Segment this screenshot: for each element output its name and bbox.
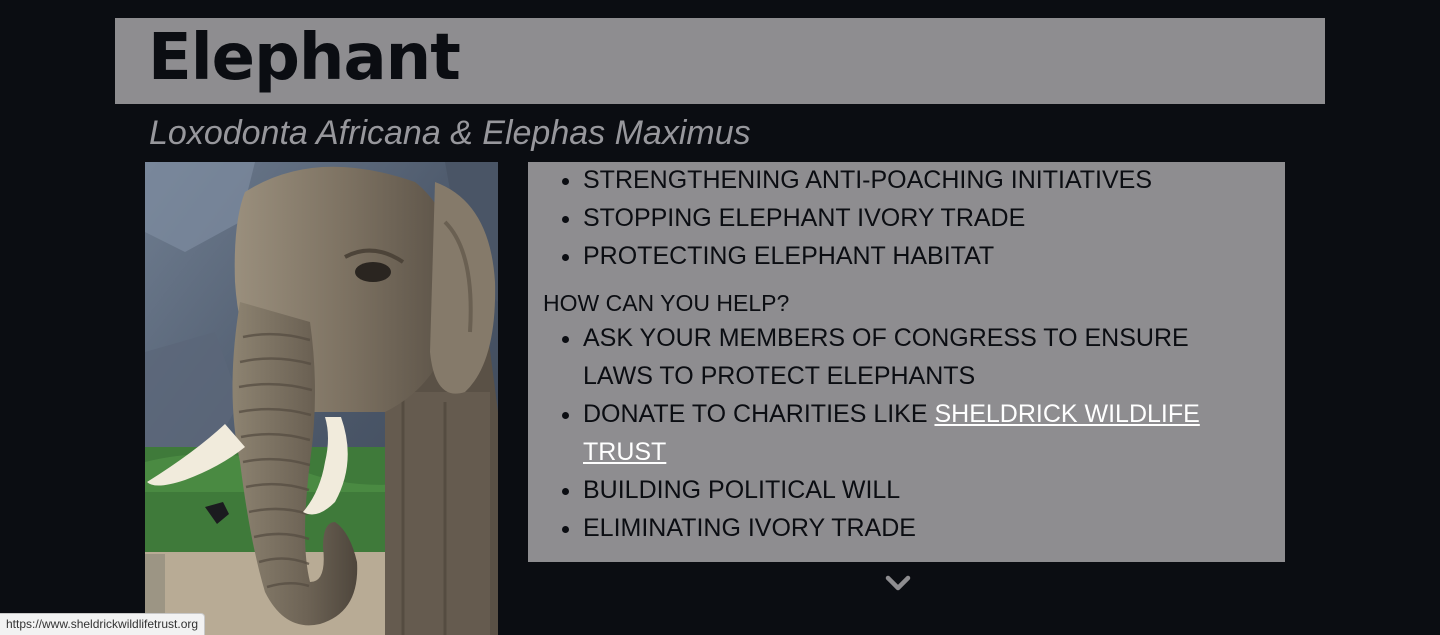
list-item: STOPPING ELEPHANT IVORY TRADE xyxy=(583,199,1283,237)
list-item: DONATE TO CHARITIES LIKE SHELDRICK WILDL… xyxy=(583,395,1283,471)
help-list: ASK YOUR MEMBERS OF CONGRESS TO ENSURE L… xyxy=(528,319,1283,547)
list-item: PROTECTING ELEPHANT HABITAT xyxy=(583,237,1283,275)
conservation-list: STRENGTHENING ANTI-POACHING INITIATIVES … xyxy=(528,161,1283,275)
chevron-down-icon[interactable] xyxy=(884,570,912,594)
page: Elephant Loxodonta Africana & Elephas Ma… xyxy=(0,0,1440,635)
list-item: STRENGTHENING ANTI-POACHING INITIATIVES xyxy=(583,161,1283,199)
elephant-photo xyxy=(145,162,498,635)
list-item: ELIMINATING IVORY TRADE xyxy=(583,509,1283,547)
list-item: ASK YOUR MEMBERS OF CONGRESS TO ENSURE L… xyxy=(583,319,1283,395)
page-subtitle: Loxodonta Africana & Elephas Maximus xyxy=(149,114,751,152)
info-panel: STRENGTHENING ANTI-POACHING INITIATIVES … xyxy=(528,162,1285,562)
donate-text: DONATE TO CHARITIES LIKE xyxy=(583,400,935,428)
list-item: BUILDING POLITICAL WILL xyxy=(583,471,1283,509)
page-title: Elephant xyxy=(148,21,461,95)
help-heading: HOW CAN YOU HELP? xyxy=(543,290,790,316)
status-bar-url: https://www.sheldrickwildlifetrust.org xyxy=(0,613,206,635)
